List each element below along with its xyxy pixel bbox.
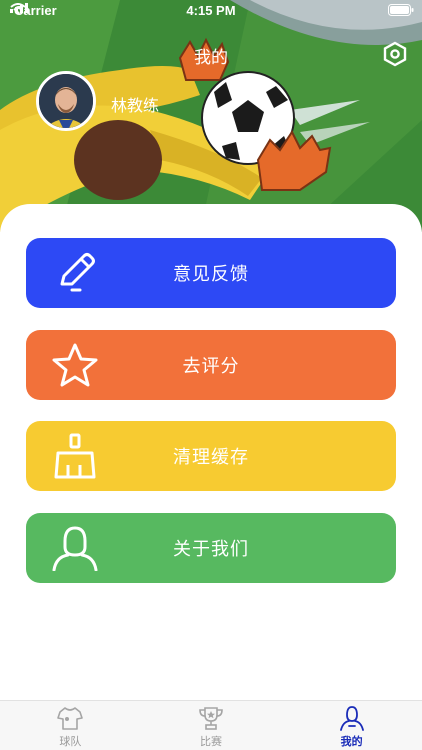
avatar[interactable] <box>36 71 96 131</box>
feedback-label: 意见反馈 <box>173 264 249 285</box>
coach-photo <box>39 74 93 128</box>
tab-profile-label: 我的 <box>340 735 363 748</box>
clear-cache-button[interactable]: 清理缓存 <box>26 421 396 491</box>
clear-cache-label: 清理缓存 <box>173 447 249 468</box>
tab-matches[interactable]: 比赛 <box>141 701 282 750</box>
page-title: 我的 <box>194 48 228 68</box>
clock: 4:15 PM <box>186 3 236 18</box>
user-name: 林教练 <box>111 96 160 115</box>
status-bar: Carrier 4:15 PM <box>0 0 422 22</box>
about-us-button[interactable]: 关于我们 <box>26 513 396 583</box>
rate-label: 去评分 <box>182 356 240 377</box>
about-us-label: 关于我们 <box>173 539 249 560</box>
tab-matches-label: 比赛 <box>200 735 222 748</box>
tab-team[interactable]: 球队 <box>0 701 141 750</box>
trophy-icon <box>197 705 225 731</box>
hexagon-settings-icon <box>383 41 407 67</box>
battery-icon <box>388 4 414 16</box>
profile-icon <box>338 705 366 731</box>
tab-profile[interactable]: 我的 <box>281 701 422 750</box>
header-banner: Carrier 4:15 PM 我的 林教练 <box>0 0 422 232</box>
tab-bar: 球队 比赛 我的 <box>0 700 422 750</box>
rate-button[interactable]: 去评分 <box>26 330 396 400</box>
jersey-icon <box>56 705 84 731</box>
feedback-button[interactable]: 意见反馈 <box>26 238 396 308</box>
settings-button[interactable] <box>382 41 408 67</box>
tab-team-label: 球队 <box>59 735 82 748</box>
